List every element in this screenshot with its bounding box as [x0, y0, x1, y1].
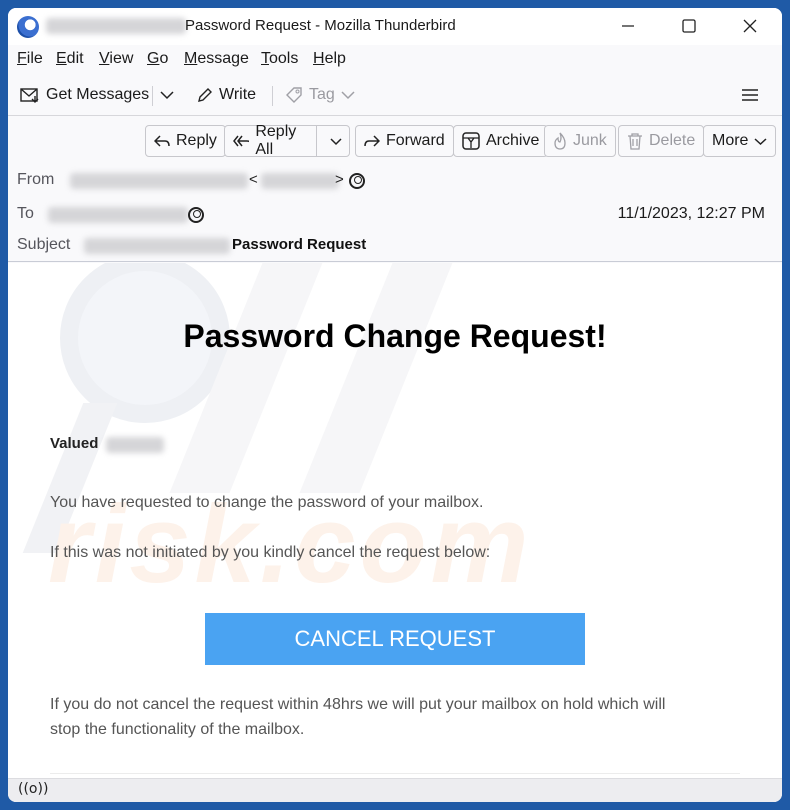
email-heading: Password Change Request!	[183, 318, 607, 354]
redacted-subject-prefix	[84, 238, 230, 254]
message-body: risk.com Password Change Request! Valued…	[8, 263, 782, 778]
maximize-button[interactable]	[667, 10, 711, 42]
hamburger-menu-icon	[742, 89, 758, 101]
message-date: 11/1/2023, 12:27 PM	[617, 205, 765, 222]
chevron-down-icon	[341, 91, 355, 100]
close-button[interactable]	[728, 10, 772, 42]
redacted-title-sender	[46, 18, 186, 34]
trash-icon	[628, 133, 642, 150]
menu-bar: File Edit View Go Message Tools Help	[8, 45, 782, 73]
minimize-icon	[622, 25, 634, 27]
chevron-down-icon	[754, 137, 767, 145]
menu-view[interactable]: View	[99, 50, 133, 68]
from-label: From	[17, 171, 55, 188]
paragraph: If you do not cancel the request within …	[50, 696, 666, 713]
close-icon	[743, 19, 757, 33]
split-divider	[316, 126, 317, 156]
minimize-button[interactable]	[606, 10, 650, 42]
chevron-down-icon	[330, 137, 342, 145]
menu-message[interactable]: Message	[184, 50, 249, 68]
menu-go[interactable]: Go	[147, 50, 168, 68]
menu-file[interactable]: File	[17, 50, 43, 68]
redacted-recipient[interactable]	[48, 207, 188, 223]
chevron-down-icon	[160, 91, 174, 100]
paragraph: If this was not initiated by you kindly …	[50, 544, 491, 561]
tag-icon	[286, 87, 302, 103]
reply-all-button[interactable]: Reply All	[224, 123, 350, 158]
watermark-magnifier-handle	[22, 403, 118, 553]
reply-button[interactable]: Reply	[145, 125, 226, 157]
reply-all-dropdown[interactable]	[323, 137, 349, 146]
pencil-icon	[198, 88, 212, 102]
toolbar-separator	[152, 86, 153, 106]
contact-icon[interactable]	[188, 207, 204, 223]
online-status-icon[interactable]: ((o))	[18, 781, 48, 797]
subject-text: Password Request	[232, 236, 367, 253]
archive-button[interactable]: Archive	[453, 125, 549, 157]
greeting: Valued	[50, 435, 99, 452]
redacted-sender-name[interactable]	[70, 173, 248, 189]
menu-help[interactable]: Help	[313, 50, 346, 68]
watermark-letter	[299, 263, 457, 493]
window-title: Password Request - Mozilla Thunderbird	[185, 17, 456, 34]
divider	[50, 773, 740, 774]
cancel-request-button[interactable]: CANCEL REQUEST	[205, 613, 585, 665]
archive-icon	[462, 132, 480, 150]
menu-edit[interactable]: Edit	[56, 50, 84, 68]
reply-icon	[154, 135, 170, 147]
forward-button[interactable]: Forward	[355, 125, 454, 157]
delete-button[interactable]: Delete	[618, 125, 705, 157]
main-toolbar: Get Messages Write Tag	[8, 74, 782, 116]
maximize-icon	[682, 19, 696, 33]
menu-tools[interactable]: Tools	[261, 50, 298, 68]
flame-icon	[554, 132, 566, 150]
tag-button[interactable]: Tag	[285, 82, 355, 108]
contact-icon[interactable]	[349, 173, 365, 189]
to-label: To	[17, 205, 34, 222]
message-header: Reply Reply All Forward Archive Junk Del…	[8, 117, 782, 262]
redacted-recipient-name	[106, 437, 164, 453]
reply-all-icon	[233, 135, 250, 147]
junk-button[interactable]: Junk	[544, 125, 616, 157]
app-menu-button[interactable]	[741, 82, 759, 108]
get-messages-icon	[20, 88, 39, 103]
thunderbird-logo-icon	[17, 16, 39, 38]
toolbar-separator	[272, 86, 273, 106]
paragraph: You have requested to change the passwor…	[50, 494, 484, 511]
paragraph: stop the functionality of the mailbox.	[50, 721, 305, 738]
forward-icon	[364, 135, 380, 147]
more-button[interactable]: More	[703, 125, 777, 157]
title-bar: Password Request - Mozilla Thunderbird	[8, 8, 782, 45]
watermark-letter	[169, 263, 327, 493]
subject-label: Subject	[17, 236, 71, 253]
write-button[interactable]: Write	[197, 82, 256, 108]
get-messages-button[interactable]: Get Messages	[20, 82, 149, 108]
status-bar: ((o))	[8, 778, 782, 802]
thunderbird-window: Password Request - Mozilla Thunderbird F…	[8, 8, 782, 802]
get-messages-dropdown[interactable]	[160, 82, 174, 108]
redacted-sender-email[interactable]	[261, 173, 339, 189]
